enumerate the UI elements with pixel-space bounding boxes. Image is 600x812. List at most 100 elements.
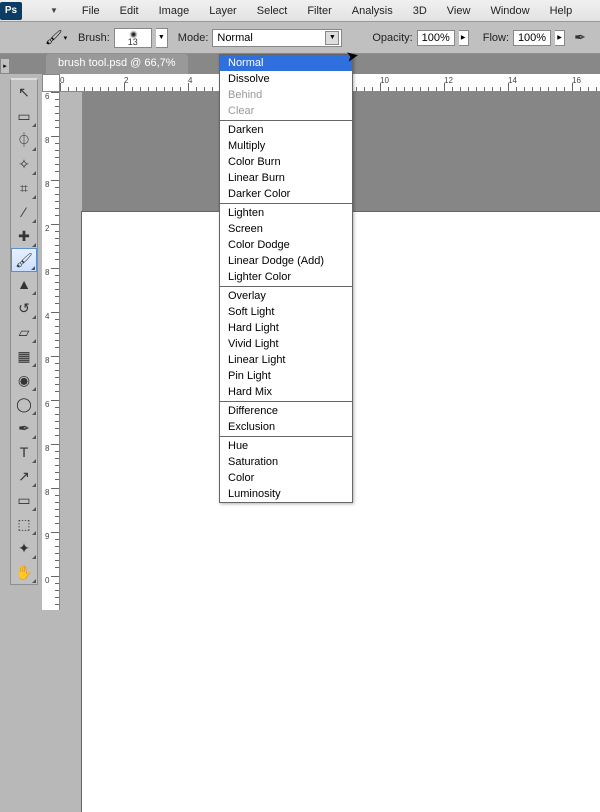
- ruler-tick: 8: [45, 268, 49, 277]
- ruler-tick: 8: [45, 356, 49, 365]
- mode-option-linear-light[interactable]: Linear Light: [220, 352, 352, 368]
- ruler-tick: 12: [444, 76, 453, 85]
- tool-gradient[interactable]: ▦: [11, 344, 37, 368]
- tool-lasso[interactable]: ⏀: [11, 128, 37, 152]
- mode-select[interactable]: Normal ▼: [212, 29, 342, 47]
- ruler-vertical[interactable]: 688284868890: [42, 92, 60, 610]
- tool-eyedropper[interactable]: ⁄: [11, 200, 37, 224]
- tool-crop[interactable]: ⌗: [11, 176, 37, 200]
- mode-option-soft-light[interactable]: Soft Light: [220, 304, 352, 320]
- mode-option-hard-mix[interactable]: Hard Mix: [220, 384, 352, 400]
- flyout-corner-icon: [32, 243, 36, 247]
- ruler-tick: 16: [572, 76, 581, 85]
- tool-spot-heal[interactable]: ✚: [11, 224, 37, 248]
- menu-help[interactable]: Help: [540, 1, 583, 21]
- mode-option-hard-light[interactable]: Hard Light: [220, 320, 352, 336]
- airbrush-toggle[interactable]: ✒: [569, 27, 591, 49]
- ruler-tick: 8: [45, 136, 49, 145]
- app-icon[interactable]: Ps: [0, 2, 22, 20]
- dropdown-separator: [220, 203, 352, 204]
- ruler-tick: 14: [508, 76, 517, 85]
- menu-image[interactable]: Image: [149, 1, 200, 21]
- tool-3d-camera[interactable]: ✦: [11, 536, 37, 560]
- mode-option-hue[interactable]: Hue: [220, 438, 352, 454]
- mode-option-darker-color[interactable]: Darker Color: [220, 186, 352, 202]
- tool-history-brush[interactable]: ↺: [11, 296, 37, 320]
- mode-dropdown-arrow[interactable]: ▼: [325, 31, 339, 45]
- menu-edit[interactable]: Edit: [110, 1, 149, 21]
- flyout-corner-icon: [32, 411, 36, 415]
- tool-hand[interactable]: ✋: [11, 560, 37, 584]
- dropdown-separator: [220, 286, 352, 287]
- mode-option-saturation[interactable]: Saturation: [220, 454, 352, 470]
- mode-option-vivid-light[interactable]: Vivid Light: [220, 336, 352, 352]
- flow-flyout-arrow[interactable]: ▶: [555, 30, 565, 46]
- flyout-corner-icon: [32, 363, 36, 367]
- flyout-corner-icon: [32, 555, 36, 559]
- mode-option-color[interactable]: Color: [220, 470, 352, 486]
- flyout-corner-icon: [32, 459, 36, 463]
- flow-value[interactable]: 100%: [513, 30, 551, 46]
- document-tab[interactable]: brush tool.psd @ 66,7%: [46, 54, 188, 74]
- mode-option-dissolve[interactable]: Dissolve: [220, 71, 352, 87]
- mode-option-pin-light[interactable]: Pin Light: [220, 368, 352, 384]
- menu-view[interactable]: View: [437, 1, 481, 21]
- tool-shape[interactable]: ▭: [11, 488, 37, 512]
- mode-option-overlay[interactable]: Overlay: [220, 288, 352, 304]
- mode-option-normal[interactable]: Normal: [220, 55, 352, 71]
- flyout-corner-icon: [32, 339, 36, 343]
- ruler-tick: 0: [45, 576, 49, 585]
- flyout-corner-icon: [32, 291, 36, 295]
- brush-dropdown-arrow[interactable]: ▼: [156, 28, 168, 48]
- mode-value: Normal: [217, 32, 252, 44]
- mode-option-difference[interactable]: Difference: [220, 403, 352, 419]
- opacity-flyout-arrow[interactable]: ▶: [459, 30, 469, 46]
- tool-type[interactable]: T: [11, 440, 37, 464]
- brush-label: Brush:: [78, 32, 110, 44]
- menu-window[interactable]: Window: [480, 1, 539, 21]
- mode-option-multiply[interactable]: Multiply: [220, 138, 352, 154]
- mode-dropdown[interactable]: NormalDissolveBehindClearDarkenMultiplyC…: [219, 54, 353, 503]
- tool-brush[interactable]: 🖌: [11, 248, 37, 272]
- opacity-value[interactable]: 100%: [417, 30, 455, 46]
- mode-option-darken[interactable]: Darken: [220, 122, 352, 138]
- dropdown-separator: [220, 436, 352, 437]
- mode-option-linear-dodge-add-[interactable]: Linear Dodge (Add): [220, 253, 352, 269]
- tool-eraser[interactable]: ▱: [11, 320, 37, 344]
- ruler-origin[interactable]: [42, 74, 60, 92]
- ruler-tick: 4: [45, 312, 49, 321]
- menu-3d[interactable]: 3D: [403, 1, 437, 21]
- mode-option-exclusion[interactable]: Exclusion: [220, 419, 352, 435]
- expand-panels-button[interactable]: ▸: [0, 58, 10, 74]
- app-menu-arrow[interactable]: ▼: [30, 6, 58, 15]
- mode-label: Mode:: [178, 32, 209, 44]
- tool-magic-wand[interactable]: ✧: [11, 152, 37, 176]
- mode-option-color-dodge[interactable]: Color Dodge: [220, 237, 352, 253]
- tool-clone-stamp[interactable]: ▲: [11, 272, 37, 296]
- brush-preview[interactable]: 13: [114, 28, 152, 48]
- menu-layer[interactable]: Layer: [199, 1, 247, 21]
- tool-blur[interactable]: ◉: [11, 368, 37, 392]
- tool-rect-marquee[interactable]: ▭: [11, 104, 37, 128]
- flyout-corner-icon: [32, 171, 36, 175]
- mode-option-screen[interactable]: Screen: [220, 221, 352, 237]
- menu-select[interactable]: Select: [247, 1, 298, 21]
- tool-preset-icon[interactable]: 🖌▾: [44, 26, 68, 50]
- mode-option-luminosity[interactable]: Luminosity: [220, 486, 352, 502]
- ruler-tick: 10: [380, 76, 389, 85]
- tool-pen[interactable]: ✒: [11, 416, 37, 440]
- flyout-corner-icon: [32, 435, 36, 439]
- tool-dodge[interactable]: ◯: [11, 392, 37, 416]
- tool-move[interactable]: ↖: [11, 80, 37, 104]
- opacity-label: Opacity:: [372, 32, 412, 44]
- menu-file[interactable]: File: [72, 1, 110, 21]
- mode-option-color-burn[interactable]: Color Burn: [220, 154, 352, 170]
- mode-option-lighter-color[interactable]: Lighter Color: [220, 269, 352, 285]
- mode-option-lighten[interactable]: Lighten: [220, 205, 352, 221]
- ruler-tick: 2: [45, 224, 49, 233]
- tool-3d[interactable]: ⬚: [11, 512, 37, 536]
- menu-analysis[interactable]: Analysis: [342, 1, 403, 21]
- tool-path-select[interactable]: ↗: [11, 464, 37, 488]
- menu-filter[interactable]: Filter: [297, 1, 341, 21]
- mode-option-linear-burn[interactable]: Linear Burn: [220, 170, 352, 186]
